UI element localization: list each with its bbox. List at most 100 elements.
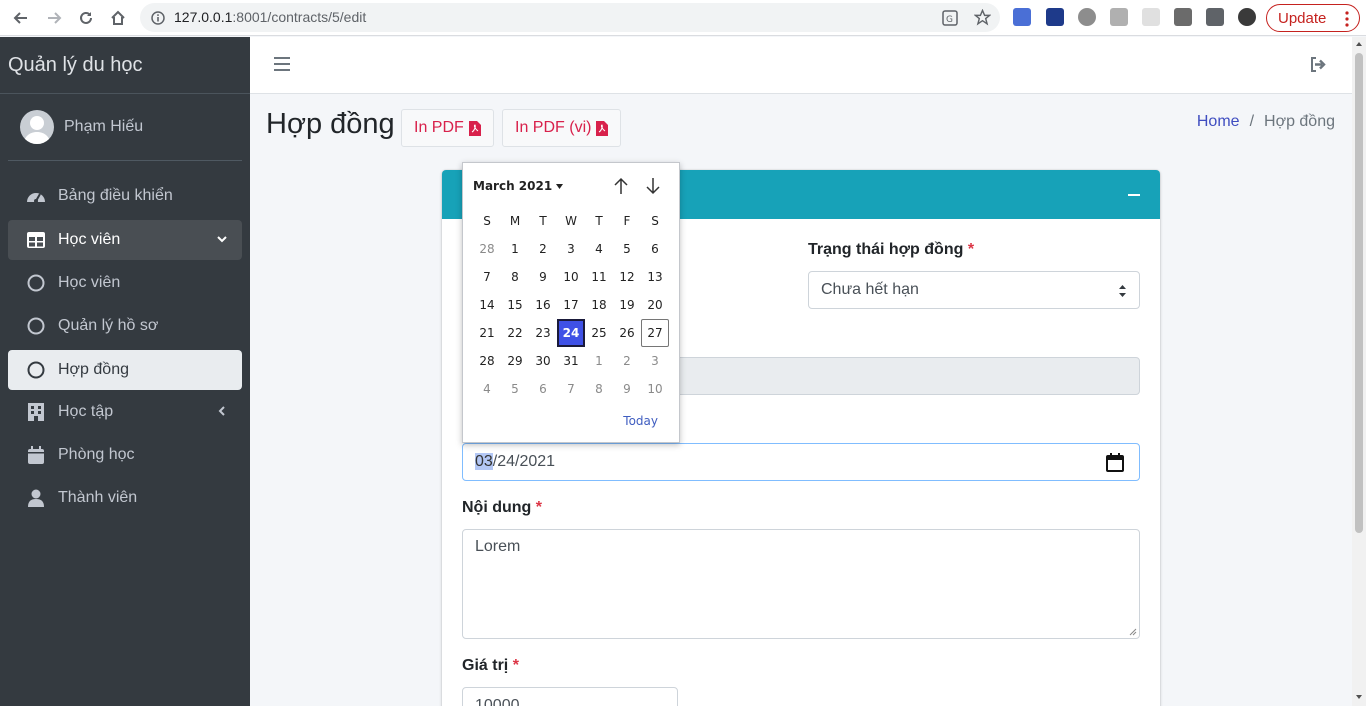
translate-icon[interactable]: G <box>942 10 958 26</box>
calendar-day[interactable]: 15 <box>501 291 529 319</box>
calendar-day[interactable]: 3 <box>557 235 585 263</box>
calendar-day[interactable]: 21 <box>473 319 501 347</box>
extension-j-icon[interactable] <box>1046 8 1064 26</box>
calendar-day[interactable]: 4 <box>585 235 613 263</box>
calendar-day[interactable]: 28 <box>473 235 501 263</box>
calendar-day[interactable]: 6 <box>641 235 669 263</box>
reload-icon[interactable] <box>75 7 97 29</box>
arrow-down-icon[interactable] <box>645 177 661 195</box>
scroll-down-icon[interactable] <box>1355 694 1363 700</box>
calendar-day[interactable]: 27 <box>641 319 669 347</box>
user-panel[interactable]: Phạm Hiếu <box>8 94 242 161</box>
content-textarea[interactable]: Lorem <box>462 529 1140 639</box>
calendar-day[interactable]: 8 <box>585 375 613 403</box>
calendar-day[interactable]: 14 <box>473 291 501 319</box>
update-button[interactable]: Update <box>1266 4 1360 32</box>
calendar-day[interactable]: 13 <box>641 263 669 291</box>
sidebar-item-quan-ly-ho-so[interactable]: Quản lý hồ sơ <box>8 306 242 346</box>
logout-icon[interactable] <box>1310 57 1326 72</box>
hamburger-menu-icon[interactable] <box>274 57 290 71</box>
arrow-up-icon[interactable] <box>613 177 629 195</box>
extension-translate-icon[interactable] <box>1013 8 1031 26</box>
status-select[interactable]: Chưa hết hạn <box>808 271 1140 309</box>
date-field[interactable]: 03/24/2021 <box>462 443 1140 481</box>
calendar-day[interactable]: 28 <box>473 347 501 375</box>
resize-grip-icon[interactable] <box>1129 628 1137 636</box>
calendar-day[interactable]: 12 <box>613 263 641 291</box>
status-select-value: Chưa hết hạn <box>821 281 919 298</box>
calendar-day[interactable]: 10 <box>641 375 669 403</box>
today-button[interactable]: Today <box>623 414 658 428</box>
calendar-day[interactable]: 20 <box>641 291 669 319</box>
date-month-segment[interactable]: 03 <box>475 453 493 470</box>
sidebar-item-thanh-vien[interactable]: Thành viên <box>8 478 242 518</box>
calendar-day[interactable]: 26 <box>613 319 641 347</box>
sidebar-item-label: Quản lý hồ sơ <box>58 317 159 334</box>
sidebar-item-label: Học viên <box>58 274 121 291</box>
calendar-day[interactable]: 3 <box>641 347 669 375</box>
value-input[interactable]: 10000 <box>462 687 678 706</box>
sidebar-item-dashboard[interactable]: Bảng điều khiển <box>8 176 242 216</box>
calendar-day[interactable]: 9 <box>529 263 557 291</box>
calendar-day[interactable]: 30 <box>529 347 557 375</box>
sidebar-item-hoc-vien-group[interactable]: Học viên <box>8 220 242 260</box>
page-scrollbar[interactable] <box>1352 37 1366 706</box>
extension-circle-icon[interactable] <box>1078 8 1096 26</box>
breadcrumb: Home / Hợp đồng <box>1197 113 1335 131</box>
sidebar-item-hoc-vien[interactable]: Học viên <box>8 263 242 303</box>
extension-grid-icon[interactable] <box>1142 8 1160 26</box>
home-icon[interactable] <box>107 7 129 29</box>
scrollbar-thumb[interactable] <box>1355 53 1363 533</box>
month-year-selector[interactable]: March 2021 <box>473 179 564 193</box>
calendar-day[interactable]: 6 <box>529 375 557 403</box>
sidebar-item-hoc-tap[interactable]: Học tập <box>8 392 242 432</box>
calendar-day[interactable]: 11 <box>585 263 613 291</box>
calendar-day[interactable]: 18 <box>585 291 613 319</box>
profile-avatar-icon[interactable] <box>1238 8 1256 26</box>
print-pdf-vi-button[interactable]: In PDF (vi) <box>502 109 622 147</box>
back-icon[interactable] <box>10 7 32 29</box>
calendar-day[interactable]: 24 <box>557 319 585 347</box>
sidebar-item-label: Hợp đồng <box>58 361 129 378</box>
forward-icon[interactable] <box>43 7 65 29</box>
calendar-day[interactable]: 5 <box>501 375 529 403</box>
calendar-day[interactable]: 8 <box>501 263 529 291</box>
calendar-day[interactable]: 29 <box>501 347 529 375</box>
calendar-day[interactable]: 9 <box>613 375 641 403</box>
scroll-up-icon[interactable] <box>1355 41 1363 47</box>
info-icon[interactable] <box>151 11 165 25</box>
required-mark: * <box>967 241 975 258</box>
calendar-day[interactable]: 17 <box>557 291 585 319</box>
calendar-day[interactable]: 4 <box>473 375 501 403</box>
status-label: Trạng thái hợp đồng * <box>808 241 974 259</box>
extension-v-icon[interactable] <box>1110 8 1128 26</box>
brand-title[interactable]: Quản lý du học <box>0 37 250 94</box>
address-bar[interactable]: 127.0.0.1:8001/contracts/5/edit G <box>140 3 1000 32</box>
calendar-day[interactable]: 23 <box>529 319 557 347</box>
print-pdf-button[interactable]: In PDF <box>401 109 494 147</box>
extension-r-icon[interactable] <box>1174 8 1192 26</box>
calendar-day[interactable]: 31 <box>557 347 585 375</box>
calendar-day[interactable]: 1 <box>501 235 529 263</box>
calendar-picker-icon[interactable] <box>1106 453 1124 472</box>
collapse-minus-icon[interactable] <box>1128 194 1140 196</box>
calendar-day[interactable]: 25 <box>585 319 613 347</box>
calendar-day[interactable]: 22 <box>501 319 529 347</box>
calendar-day[interactable]: 7 <box>473 263 501 291</box>
sidebar-item-hop-dong[interactable]: Hợp đồng <box>8 350 242 390</box>
calendar-day[interactable]: 2 <box>529 235 557 263</box>
breadcrumb-home-link[interactable]: Home <box>1197 113 1240 130</box>
calendar-day[interactable]: 2 <box>613 347 641 375</box>
calendar-day[interactable]: 19 <box>613 291 641 319</box>
calendar-day[interactable]: 7 <box>557 375 585 403</box>
date-rest-segment[interactable]: /24/2021 <box>493 453 555 470</box>
calendar-day[interactable]: 10 <box>557 263 585 291</box>
page-title: Hợp đồng <box>266 108 395 140</box>
calendar-day[interactable]: 1 <box>585 347 613 375</box>
calendar-day[interactable]: 5 <box>613 235 641 263</box>
calendar-week-row: 14 15 16 17 18 19 20 <box>473 291 669 319</box>
calendar-day[interactable]: 16 <box>529 291 557 319</box>
bookmark-star-icon[interactable] <box>974 9 991 26</box>
sidebar-item-phong-hoc[interactable]: Phòng học <box>8 435 242 475</box>
extensions-puzzle-icon[interactable] <box>1206 8 1224 26</box>
